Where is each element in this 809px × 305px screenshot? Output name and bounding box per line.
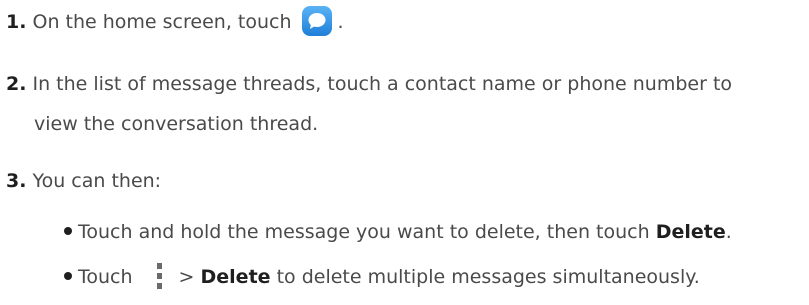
step-1: 1. On the home screen, touch. — [6, 2, 344, 42]
step-number: 3. — [6, 170, 27, 192]
step-number: 1. — [6, 11, 27, 33]
bullet-text-end: . — [725, 221, 732, 243]
step-text: view the conversation thread. — [34, 113, 319, 135]
step-number: 2. — [6, 73, 27, 95]
step-text-end: . — [337, 11, 344, 33]
more-options-icon — [147, 261, 173, 291]
separator: > — [178, 266, 195, 288]
bullet-text-end: to delete multiple messages simultaneous… — [276, 266, 700, 288]
bullet-item: Touch and hold the message you want to d… — [64, 212, 732, 252]
step-3: 3. You can then: — [6, 161, 161, 201]
delete-label: Delete — [200, 266, 271, 288]
messaging-app-icon — [301, 5, 332, 36]
delete-label: Delete — [655, 221, 726, 243]
step-text: On the home screen, touch — [32, 11, 292, 33]
bullet-icon — [64, 271, 72, 280]
step-2: 2. In the list of message threads, touch… — [6, 64, 732, 104]
bullet-text: Touch and hold the message you want to d… — [78, 221, 650, 243]
step-text: In the list of message threads, touch a … — [32, 73, 733, 95]
step-2-continuation: view the conversation thread. — [34, 104, 318, 144]
step-text: You can then: — [32, 170, 162, 192]
bullet-text: Touch — [78, 266, 133, 288]
bullet-item: Touch > Delete to delete multiple message… — [64, 257, 700, 297]
bullet-icon — [64, 226, 72, 235]
